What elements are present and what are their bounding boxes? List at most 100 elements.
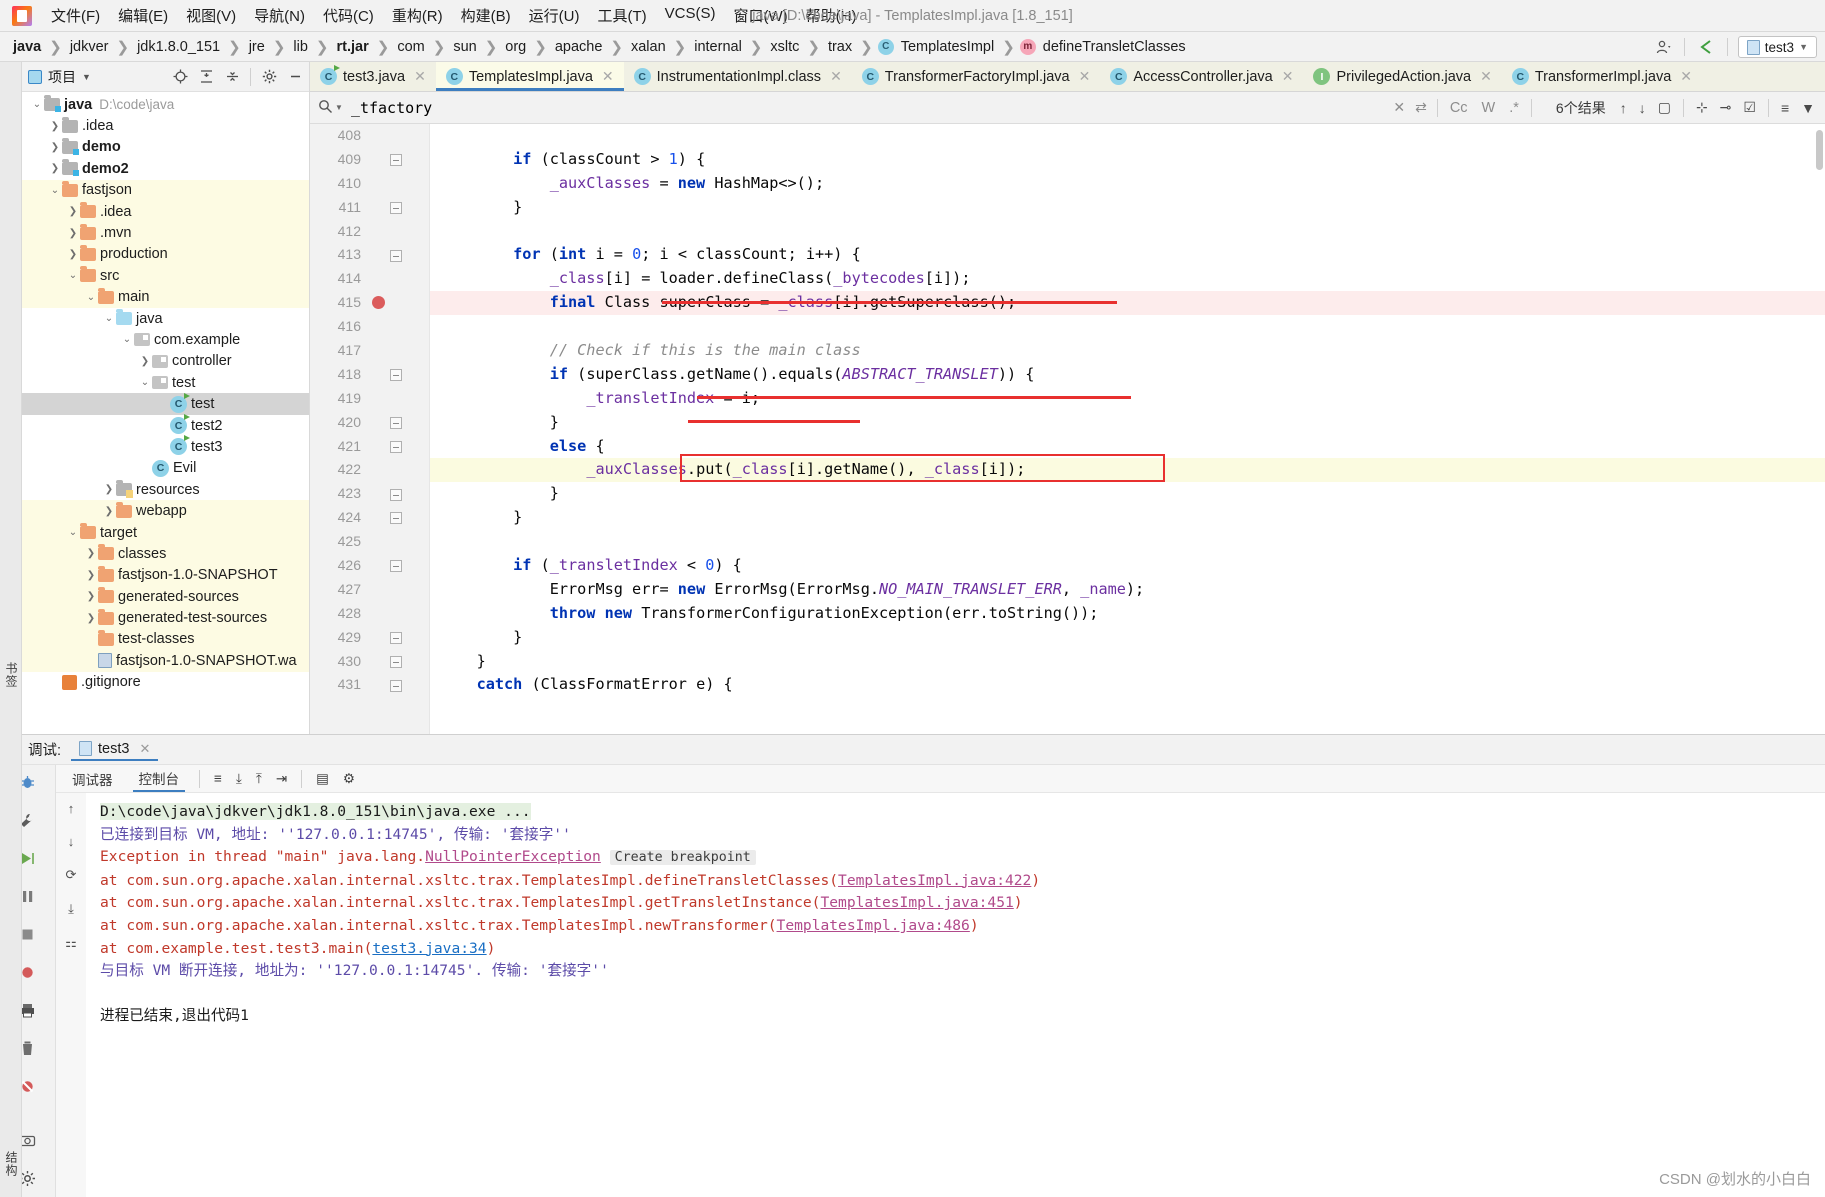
chevron-down-icon[interactable]: ⌄: [120, 334, 134, 345]
chevron-right-icon[interactable]: ❯: [48, 142, 62, 153]
menu-item-7[interactable]: 运行(U): [520, 1, 589, 30]
project-tree[interactable]: ⌄ java D:\code\java ❯ .idea ❯ demo ❯ demo2 ⌄ fastj…: [22, 92, 309, 734]
tree-item[interactable]: C Evil: [22, 458, 309, 479]
search-dropdown-icon[interactable]: ▼: [335, 103, 343, 112]
code-line[interactable]: }: [430, 506, 1825, 530]
editor-tab-1[interactable]: C TemplatesImpl.java ✕: [435, 62, 624, 91]
up-arrow-icon[interactable]: ↑: [68, 801, 75, 816]
close-tab-icon[interactable]: ✕: [830, 68, 842, 85]
code-line[interactable]: throw new TransformerConfigurationExcept…: [430, 602, 1825, 626]
breadcrumb-item-2[interactable]: jdk1.8.0_151 ❯: [134, 37, 246, 57]
revert-icon[interactable]: [1695, 36, 1717, 58]
chevron-right-icon[interactable]: ❯: [102, 484, 116, 495]
close-tab-icon[interactable]: ✕: [1680, 68, 1692, 85]
code-line[interactable]: [430, 124, 1825, 148]
breadcrumb-item-15[interactable]: m defineTransletClasses: [1019, 37, 1189, 57]
clear-console-icon[interactable]: ▤: [316, 771, 329, 787]
breadcrumb-item-1[interactable]: jdkver ❯: [67, 37, 134, 57]
tree-item[interactable]: ⌄ java D:\code\java: [22, 94, 309, 115]
tree-item[interactable]: ❯ .idea: [22, 115, 309, 136]
stack-frame-link[interactable]: TemplatesImpl.java:451: [820, 894, 1013, 911]
tab-debugger[interactable]: 调试器: [66, 767, 119, 791]
gear-icon[interactable]: [261, 69, 277, 85]
breadcrumb-item-14[interactable]: C TemplatesImpl ❯: [877, 37, 1020, 57]
chevron-down-icon[interactable]: ⌄: [102, 313, 116, 324]
editor-tab-bar[interactable]: Ctest3.java ✕ C TemplatesImpl.java ✕ C Instrum…: [310, 62, 1825, 92]
tree-item[interactable]: ⌄ src: [22, 265, 309, 287]
editor-tab-0[interactable]: Ctest3.java ✕: [310, 62, 436, 91]
filter-console-icon[interactable]: ⚏: [65, 935, 77, 951]
code-line[interactable]: catch (ClassFormatError e) {: [430, 673, 1825, 697]
tree-item[interactable]: ⌄ target: [22, 521, 309, 544]
breadcrumb-item-5[interactable]: rt.jar ❯: [334, 37, 395, 57]
breadcrumb-item-7[interactable]: sun ❯: [450, 37, 502, 57]
chevron-right-icon[interactable]: ❯: [84, 613, 98, 624]
tree-item[interactable]: ❯ .idea: [22, 200, 309, 223]
tree-item[interactable]: .gitignore: [22, 672, 309, 693]
code-line[interactable]: }: [430, 482, 1825, 506]
code-line[interactable]: }: [430, 626, 1825, 650]
expand-all-icon[interactable]: [198, 69, 214, 85]
structure-label[interactable]: 结构: [3, 1151, 20, 1181]
code-fold-toggle[interactable]: [390, 369, 402, 381]
code-line[interactable]: if (classCount > 1) {: [430, 148, 1825, 172]
run-configuration-selector[interactable]: test3 ▼: [1737, 36, 1817, 58]
tree-item[interactable]: ⌄ test: [22, 372, 309, 393]
menu-item-2[interactable]: 视图(V): [177, 1, 245, 30]
chevron-right-icon[interactable]: ❯: [84, 548, 98, 559]
tree-item[interactable]: ❯ fastjson-1.0-SNAPSHOT: [22, 564, 309, 586]
editor-tab-4[interactable]: C AccessController.java ✕: [1100, 62, 1304, 91]
breadcrumb-item-3[interactable]: jre ❯: [246, 37, 291, 57]
breadcrumb-item-0[interactable]: java ❯: [10, 37, 67, 57]
scroll-to-top-icon[interactable]: ⤒: [256, 771, 262, 787]
chevron-right-icon[interactable]: ❯: [48, 163, 62, 174]
search-icon[interactable]: [318, 99, 333, 117]
stack-frame-link[interactable]: TemplatesImpl.java:486: [777, 917, 970, 934]
tree-item[interactable]: Ctest: [22, 392, 309, 415]
code-line[interactable]: for (int i = 0; i < classCount; i++) {: [430, 243, 1825, 267]
print-console-icon[interactable]: ⇥: [276, 771, 287, 787]
editor-tab-5[interactable]: I PrivilegedAction.java ✕: [1303, 62, 1502, 91]
breadcrumb-item-12[interactable]: xsltc ❯: [767, 37, 825, 57]
menu-item-1[interactable]: 编辑(E): [109, 1, 177, 30]
chevron-right-icon[interactable]: ❯: [66, 206, 80, 217]
scrollbar-thumb[interactable]: [1816, 130, 1823, 170]
close-tab-icon[interactable]: ✕: [414, 68, 426, 85]
editor-gutter[interactable]: 408 409 410 411 412 413 414 415 416 417 418 419 420 4…: [310, 124, 430, 734]
tree-item[interactable]: test-classes: [22, 628, 309, 651]
breadcrumb-item-9[interactable]: apache ❯: [552, 37, 628, 57]
scroll-to-end-icon[interactable]: ⤓: [236, 771, 242, 787]
words-toggle[interactable]: W: [1480, 100, 1498, 116]
remove-occurrence-icon[interactable]: ⊸: [1720, 99, 1732, 116]
code-fold-toggle[interactable]: [390, 488, 402, 501]
code-fold-toggle[interactable]: [390, 655, 402, 668]
chevron-down-icon[interactable]: ⌄: [30, 99, 44, 110]
exception-link[interactable]: NullPointerException: [425, 848, 601, 865]
hide-panel-icon[interactable]: [287, 69, 303, 85]
chevron-right-icon[interactable]: ❯: [48, 121, 62, 132]
tree-item[interactable]: ❯ generated-sources: [22, 585, 309, 608]
search-history-icon[interactable]: ⇄: [1415, 99, 1427, 116]
menu-item-5[interactable]: 重构(R): [383, 1, 452, 30]
tree-item[interactable]: ❯ .mvn: [22, 222, 309, 244]
tree-item[interactable]: ❯ demo: [22, 137, 309, 158]
chevron-down-icon[interactable]: ⌄: [84, 292, 98, 303]
find-next-icon[interactable]: ↓: [1639, 100, 1646, 116]
console-settings-icon[interactable]: ⚙: [343, 771, 355, 787]
close-tab-icon[interactable]: ✕: [1282, 68, 1294, 85]
editor-scrollbar[interactable]: [1813, 124, 1825, 734]
create-breakpoint-chip[interactable]: Create breakpoint: [609, 850, 756, 866]
code-fold-toggle[interactable]: [390, 416, 402, 429]
stack-frame-link[interactable]: test3.java:34: [372, 940, 486, 957]
code-line[interactable]: }: [430, 196, 1825, 220]
tree-item[interactable]: ❯ production: [22, 243, 309, 266]
chevron-right-icon[interactable]: ❯: [66, 228, 80, 239]
tree-item[interactable]: ⌄ com.example: [22, 329, 309, 350]
tree-item[interactable]: ⌄ main: [22, 286, 309, 308]
tab-console[interactable]: 控制台: [132, 766, 185, 792]
add-occurrence-icon[interactable]: ⊹: [1696, 99, 1708, 116]
menu-item-8[interactable]: 工具(T): [588, 1, 655, 30]
code-line[interactable]: final Class superClass = _class[i].getSu…: [430, 291, 1825, 316]
chevron-down-icon[interactable]: ⌄: [138, 377, 152, 388]
code-fold-toggle[interactable]: [390, 631, 402, 644]
